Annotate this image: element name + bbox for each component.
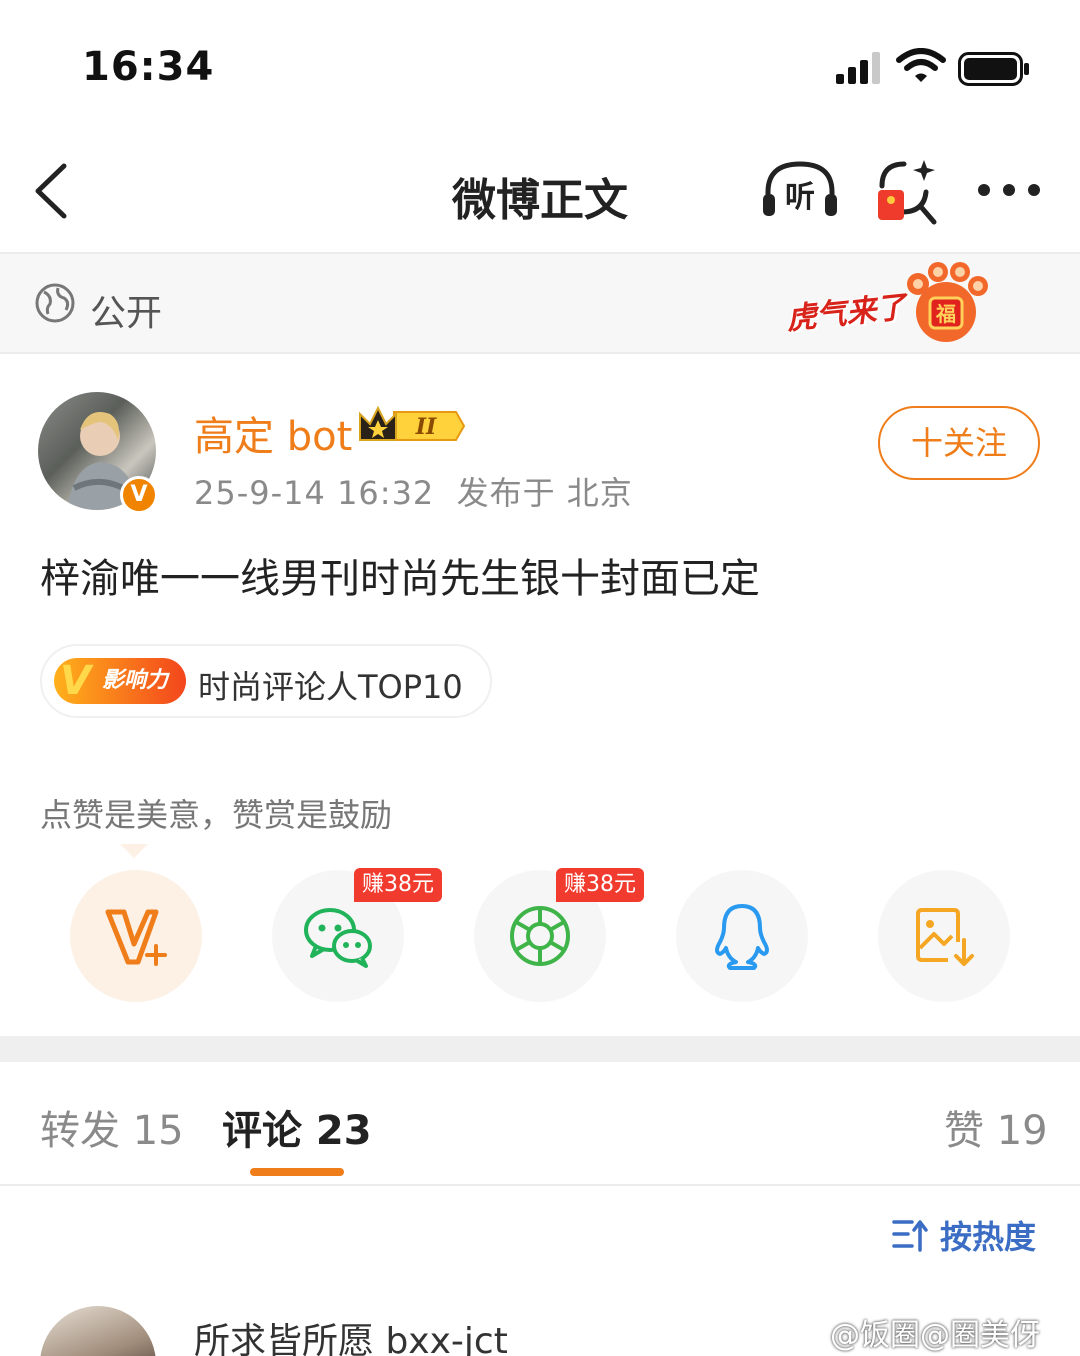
verified-badge: V — [120, 476, 158, 514]
paw-icon: 福 — [907, 262, 988, 342]
tabs-divider — [0, 1184, 1080, 1186]
tab-likes[interactable]: 赞 19 — [944, 1098, 1048, 1156]
moments-icon — [510, 906, 570, 966]
watermark: @饭圈@圈美伢 — [830, 1318, 1040, 1353]
listen-label: 听 — [785, 180, 815, 215]
level-text: II — [415, 414, 437, 440]
sort-icon — [892, 1220, 928, 1252]
post-meta: 25-9-14 16:32 发布于 北京 — [194, 474, 633, 512]
post-text: 梓渝唯一一线男刊时尚先生银十封面已定 — [40, 556, 760, 602]
qq-icon — [715, 904, 769, 970]
influence-text: 时尚评论人TOP10 — [198, 668, 463, 706]
v-plus-button[interactable] — [70, 870, 202, 1002]
wifi-icon — [896, 48, 946, 82]
promo-text: 虎气来了 — [784, 289, 908, 338]
commenter-avatar[interactable] — [40, 1306, 156, 1356]
commenter-name[interactable]: 所求皆所愿 bxx-jct — [194, 1312, 508, 1356]
v-plus-icon — [105, 909, 167, 966]
qq-share-button[interactable] — [676, 870, 808, 1002]
fortune-char: 福 — [935, 302, 956, 326]
visibility-label: 公开 — [90, 293, 163, 334]
wechat-earn-badge: 赚38元 — [354, 868, 442, 902]
battery-icon — [958, 52, 1029, 86]
weibo-post-page: 16:34 微博正文 听 公开 虎气来了 福 V 高定 bot II 25-9-… — [0, 0, 1080, 1356]
wechat-icon — [304, 908, 372, 968]
sort-label: 按热度 — [940, 1218, 1037, 1256]
hint-pointer-icon — [120, 844, 148, 858]
author-name[interactable]: 高定 bot — [194, 404, 352, 462]
influence-badge-label: 影响力 — [102, 668, 169, 693]
tab-repost[interactable]: 转发 15 — [40, 1098, 184, 1156]
active-tab-indicator — [250, 1168, 344, 1176]
section-separator — [0, 1036, 1080, 1062]
influence-tag[interactable]: V 影响力 时尚评论人TOP10 — [40, 644, 492, 718]
influence-badge: V 影响力 — [54, 658, 186, 704]
more-options-button[interactable] — [976, 180, 1042, 200]
tab-comments[interactable]: 评论 23 — [222, 1098, 372, 1156]
save-image-button[interactable] — [878, 870, 1010, 1002]
cellular-signal-icon — [836, 52, 880, 84]
follow-button[interactable]: 十关注 — [878, 406, 1040, 480]
moments-earn-badge: 赚38元 — [556, 868, 644, 902]
red-packet-search-button[interactable] — [872, 156, 940, 226]
status-time: 16:34 — [82, 44, 215, 90]
save-image-icon — [916, 908, 974, 966]
globe-icon — [35, 283, 75, 323]
influence-v-icon: V — [60, 658, 91, 704]
membership-crown-badge[interactable]: II — [356, 404, 466, 448]
reward-hint: 点赞是美意，赞赏是鼓励 — [40, 796, 393, 834]
tiger-promo-banner[interactable]: 虎气来了 福 — [782, 258, 996, 348]
crown-icon: II — [359, 405, 466, 441]
listen-button[interactable]: 听 — [760, 158, 840, 222]
visibility-divider — [0, 352, 1080, 354]
